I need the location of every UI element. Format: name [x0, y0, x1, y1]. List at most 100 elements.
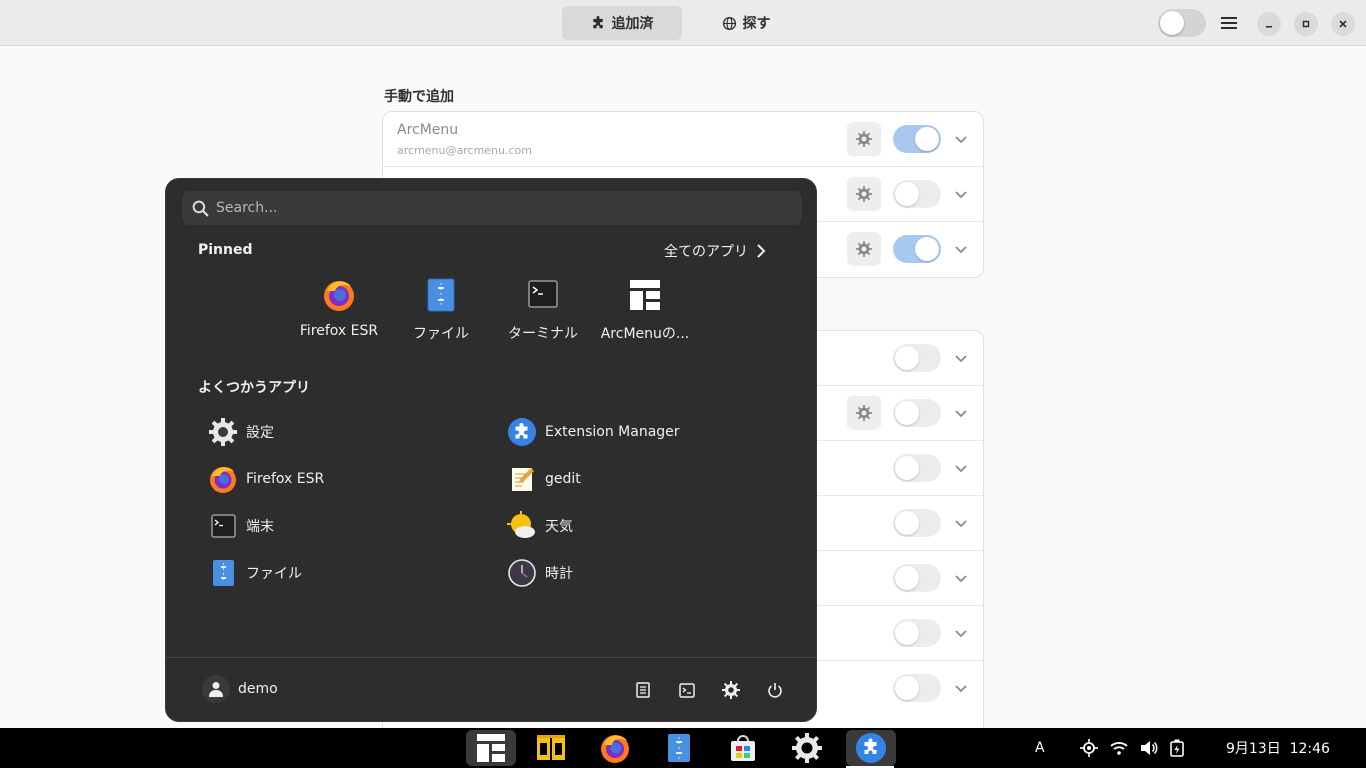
pinned-app-files[interactable]: ファイル — [389, 275, 493, 349]
user-button[interactable]: demo — [202, 675, 278, 703]
extension-toggle[interactable] — [893, 454, 941, 482]
gear-icon — [722, 681, 740, 699]
pinned-app-terminal[interactable]: ターミナル — [491, 275, 595, 349]
frequent-app-files[interactable]: ファイル — [208, 555, 302, 591]
maximize-button[interactable] — [1294, 12, 1318, 36]
chevron-down-icon[interactable] — [953, 350, 969, 366]
input-method-indicator[interactable]: A — [1035, 728, 1045, 768]
extension-toggle[interactable] — [893, 125, 941, 153]
terminal-icon — [679, 682, 695, 698]
extension-settings-button[interactable] — [847, 396, 881, 430]
header-bar: 追加済 探す — [0, 0, 1366, 46]
frequent-app-weather[interactable]: 天気 — [507, 508, 573, 544]
minimize-icon — [1266, 26, 1272, 28]
taskbar-software-button[interactable] — [718, 730, 768, 766]
chevron-down-icon[interactable] — [953, 405, 969, 421]
extension-manager-icon — [856, 733, 886, 763]
chevron-down-icon[interactable] — [953, 241, 969, 257]
chevron-down-icon[interactable] — [953, 625, 969, 641]
settings-button[interactable] — [718, 677, 744, 703]
extension-toggle[interactable] — [893, 399, 941, 427]
extension-toggle[interactable] — [893, 509, 941, 537]
search-input[interactable] — [216, 191, 786, 225]
minimize-button[interactable] — [1257, 12, 1281, 36]
arcmenu-icon — [477, 734, 505, 762]
chevron-down-icon[interactable] — [953, 131, 969, 147]
frequent-app-extension-manager[interactable]: Extension Manager — [507, 414, 680, 450]
frequent-app-gedit[interactable]: gedit — [507, 461, 581, 497]
firefox-icon — [208, 464, 238, 494]
extension-toggle[interactable] — [893, 564, 941, 592]
global-extensions-toggle[interactable] — [1158, 9, 1206, 37]
menu-divider — [166, 657, 816, 658]
weather-icon — [507, 511, 537, 541]
pinned-app-label: Firefox ESR — [299, 323, 379, 339]
tab-installed[interactable]: 追加済 — [562, 6, 682, 40]
main-menu-button[interactable] — [1217, 11, 1241, 35]
extension-settings-button[interactable] — [847, 177, 881, 211]
terminal-button[interactable] — [674, 677, 700, 703]
frequent-app-firefox[interactable]: Firefox ESR — [208, 461, 324, 497]
frequent-apps-label: よくつかうアプリ — [198, 380, 310, 396]
search-icon — [192, 200, 209, 217]
chevron-down-icon[interactable] — [953, 515, 969, 531]
search-box[interactable] — [182, 191, 802, 225]
documents-button[interactable] — [630, 677, 656, 703]
frequent-app-label: Firefox ESR — [246, 471, 325, 487]
input-method-label: A — [1035, 740, 1045, 756]
frequent-app-settings[interactable]: 設定 — [208, 414, 274, 450]
clock-button[interactable]: 9月13日 12:46 — [1226, 728, 1330, 768]
extension-settings-button[interactable] — [847, 122, 881, 156]
gear-icon — [856, 241, 872, 257]
chevron-down-icon[interactable] — [953, 570, 969, 586]
user-icon — [209, 682, 223, 697]
taskbar-firefox-button[interactable] — [590, 730, 640, 766]
pinned-label: Pinned — [198, 242, 253, 258]
extension-toggle[interactable] — [893, 619, 941, 647]
all-apps-label: 全てのアプリ — [664, 244, 748, 260]
tab-browse-label: 探す — [742, 16, 771, 32]
system-status-area[interactable] — [1080, 728, 1184, 768]
tab-browse[interactable]: 探す — [706, 6, 786, 40]
taskbar-books-button[interactable] — [526, 730, 576, 766]
files-icon — [208, 558, 238, 588]
extension-row: ArcMenu arcmenu@arcmenu.com — [383, 112, 983, 167]
chevron-down-icon[interactable] — [953, 680, 969, 696]
volume-icon — [1141, 741, 1158, 755]
pinned-app-arcmenu-settings[interactable]: ArcMenuの... — [593, 275, 697, 349]
close-icon — [1339, 20, 1347, 28]
pinned-app-label: ArcMenuの... — [600, 326, 690, 342]
location-icon — [1080, 739, 1098, 757]
frequent-app-label: 時計 — [545, 566, 573, 582]
frequent-app-label: gedit — [545, 471, 581, 487]
chevron-down-icon[interactable] — [953, 460, 969, 476]
gedit-icon — [507, 464, 537, 494]
user-name: demo — [238, 681, 278, 697]
taskbar-settings-button[interactable] — [782, 730, 832, 766]
puzzle-icon — [592, 15, 603, 28]
taskbar-extension-manager-button[interactable] — [846, 730, 896, 768]
extension-settings-button[interactable] — [847, 232, 881, 266]
extension-name: ArcMenu — [397, 122, 459, 138]
all-apps-button[interactable]: 全てのアプリ — [664, 241, 766, 261]
extension-toggle[interactable] — [893, 235, 941, 263]
extension-toggle[interactable] — [893, 674, 941, 702]
date-time: 9月13日 12:46 — [1226, 741, 1330, 757]
frequent-app-terminal[interactable]: 端末 — [208, 508, 274, 544]
chevron-down-icon[interactable] — [953, 186, 969, 202]
frequent-app-label: 天気 — [545, 519, 573, 535]
taskbar-files-button[interactable] — [654, 730, 704, 766]
clock-icon — [507, 558, 537, 588]
taskbar-arcmenu-button[interactable] — [466, 730, 516, 766]
chevron-right-icon — [757, 244, 766, 258]
pinned-app-label: ファイル — [413, 326, 469, 342]
firefox-icon — [321, 277, 357, 313]
extension-toggle[interactable] — [893, 180, 941, 208]
frequent-app-clock[interactable]: 時計 — [507, 555, 573, 591]
close-button[interactable] — [1331, 12, 1355, 36]
pinned-app-firefox[interactable]: Firefox ESR — [287, 275, 391, 349]
software-icon — [731, 735, 755, 761]
power-button[interactable] — [762, 677, 788, 703]
extension-toggle[interactable] — [893, 344, 941, 372]
extension-manager-icon — [507, 417, 537, 447]
